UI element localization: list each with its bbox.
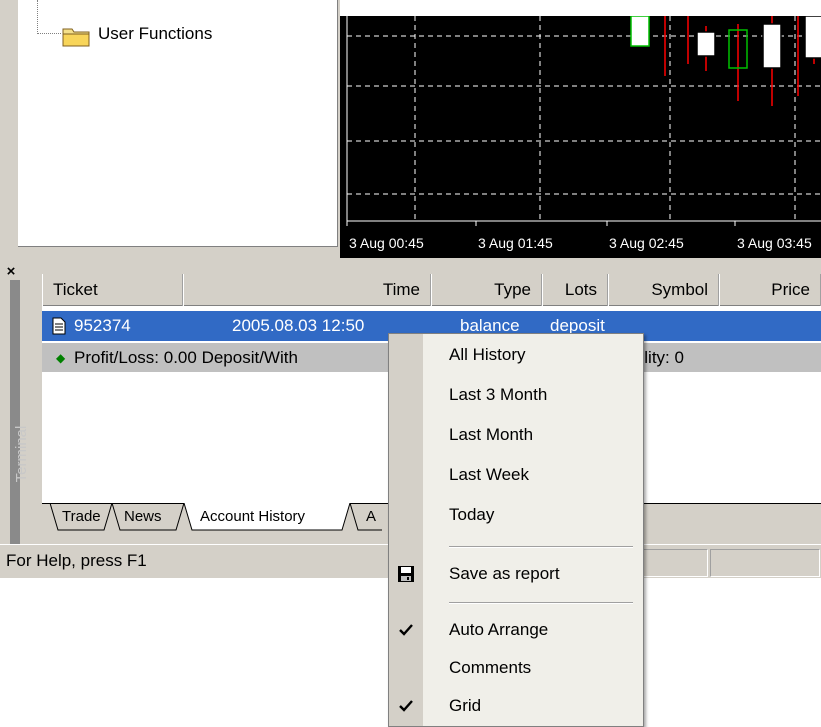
- menu-item-all-history[interactable]: All History: [423, 336, 643, 374]
- column-header-type[interactable]: Type: [431, 274, 542, 306]
- menu-separator: [449, 546, 633, 548]
- check-icon: [389, 611, 423, 649]
- x-tick-label: 3 Aug 02:45: [609, 235, 684, 251]
- menu-item-auto-arrange[interactable]: Auto Arrange: [423, 611, 643, 649]
- diamond-icon: ◆: [56, 351, 66, 365]
- menu-item-grid[interactable]: Grid: [423, 687, 643, 725]
- status-panel: [636, 549, 708, 577]
- history-table-header: Ticket Time Type Lots Symbol Price: [42, 274, 821, 306]
- menu-item-label: Last Week: [449, 465, 530, 484]
- tree-connector-line: [37, 33, 61, 34]
- tree-item-user-functions[interactable]: User Functions: [98, 24, 212, 44]
- menu-item-last-3-month[interactable]: Last 3 Month: [423, 376, 643, 414]
- tree-connector-line: [37, 0, 38, 34]
- status-text: For Help, press F1: [6, 551, 147, 570]
- column-header-price[interactable]: Price: [719, 274, 821, 306]
- candle-body: [630, 16, 650, 47]
- menu-item-label: Last Month: [449, 425, 534, 444]
- menu-item-label: Grid: [449, 696, 482, 715]
- menu-item-label: Comments: [449, 658, 532, 677]
- menu-item-label: Last 3 Month: [449, 385, 548, 404]
- close-icon[interactable]: ×: [4, 264, 18, 279]
- tab-account-history[interactable]: Account History: [182, 503, 323, 530]
- floppy-disk-icon: [389, 555, 423, 593]
- cell-time: 2005.08.03 12:50: [232, 316, 365, 335]
- chart-canvas: 3 Aug 00:45 3 Aug 01:45 3 Aug 02:45 3 Aug 0…: [346, 16, 821, 251]
- menu-item-label: Save as report: [449, 564, 560, 583]
- terminal-side-label: Terminal: [13, 425, 30, 483]
- folder-icon[interactable]: [62, 25, 90, 47]
- menu-item-label: Today: [449, 505, 495, 524]
- x-tick-label: 3 Aug 00:45: [349, 235, 424, 251]
- x-tick-label: 3 Aug 01:45: [478, 235, 553, 251]
- price-chart[interactable]: 3 Aug 00:45 3 Aug 01:45 3 Aug 02:45 3 Aug 0…: [340, 16, 821, 258]
- menu-item-comments[interactable]: Comments: [423, 649, 643, 687]
- column-header-time[interactable]: Time: [183, 274, 431, 306]
- menu-item-save-as-report[interactable]: Save as report: [423, 555, 643, 593]
- summary-profit-loss: Profit/Loss: 0.00 Deposit/With: [74, 348, 298, 367]
- document-icon: [52, 317, 66, 335]
- x-tick-label: 3 Aug 03:45: [737, 235, 812, 251]
- menu-separator: [449, 602, 633, 604]
- menu-item-label: Auto Arrange: [449, 620, 549, 639]
- context-menu: All History Last 3 Month Last Month Last…: [388, 333, 644, 727]
- candle-body: [762, 23, 782, 69]
- menu-item-label: All History: [449, 345, 526, 364]
- cell-ticket: 952374: [74, 316, 131, 335]
- candle-body: [696, 31, 716, 57]
- status-panel: [710, 549, 820, 577]
- column-header-symbol[interactable]: Symbol: [608, 274, 719, 306]
- menu-item-last-month[interactable]: Last Month: [423, 416, 643, 454]
- tab-news[interactable]: News: [106, 503, 180, 530]
- menu-item-last-week[interactable]: Last Week: [423, 456, 643, 494]
- column-header-ticket[interactable]: Ticket: [42, 274, 183, 306]
- check-icon: [389, 687, 423, 725]
- navigator-panel: User Functions: [0, 0, 340, 258]
- column-header-lots[interactable]: Lots: [542, 274, 608, 306]
- candle-body: [804, 16, 821, 59]
- menu-item-today[interactable]: Today: [423, 496, 643, 534]
- menu-icon-gutter: [389, 334, 423, 726]
